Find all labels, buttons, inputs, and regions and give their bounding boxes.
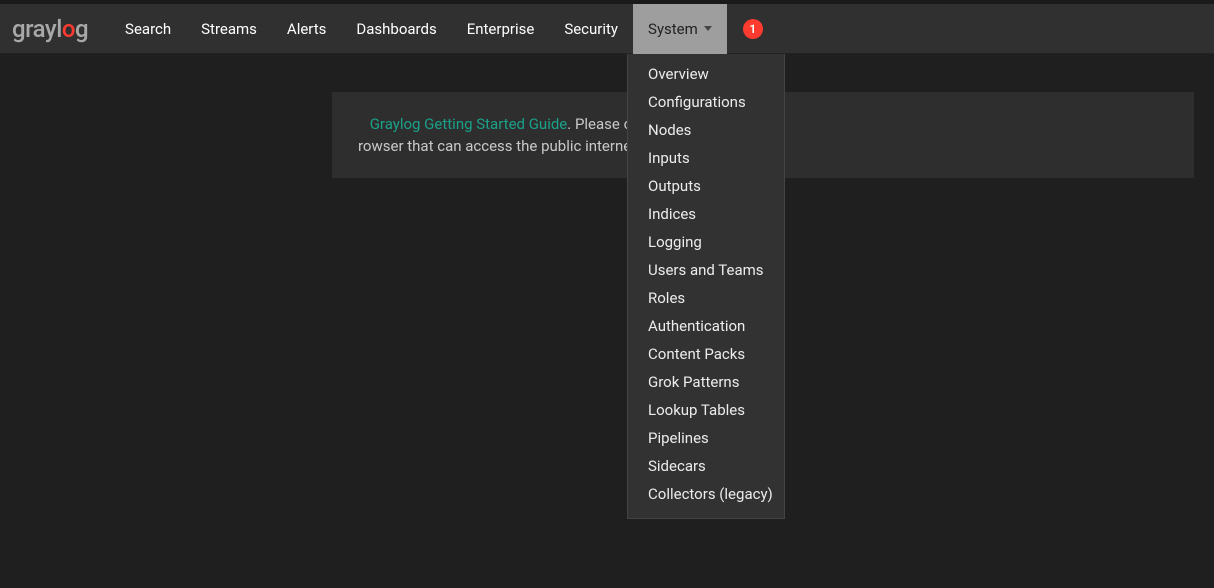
menu-sidecars[interactable]: Sidecars — [628, 452, 784, 480]
menu-grok-patterns[interactable]: Grok Patterns — [628, 368, 784, 396]
menu-content-packs[interactable]: Content Packs — [628, 340, 784, 368]
menu-pipelines[interactable]: Pipelines — [628, 424, 784, 452]
chevron-down-icon — [704, 26, 712, 31]
menu-inputs[interactable]: Inputs — [628, 144, 784, 172]
menu-indices[interactable]: Indices — [628, 200, 784, 228]
msg-suffix2: rowser that can access the public intern… — [358, 137, 640, 155]
nav-streams[interactable]: Streams — [186, 4, 272, 54]
menu-configurations[interactable]: Configurations — [628, 88, 784, 116]
menu-users-teams[interactable]: Users and Teams — [628, 256, 784, 284]
nav-security[interactable]: Security — [549, 4, 633, 54]
nav-alerts[interactable]: Alerts — [272, 4, 342, 54]
menu-lookup-tables[interactable]: Lookup Tables — [628, 396, 784, 424]
menu-roles[interactable]: Roles — [628, 284, 784, 312]
getting-started-link[interactable]: Graylog Getting Started Guide — [370, 115, 568, 133]
logo[interactable]: graylog — [12, 15, 88, 43]
menu-logging[interactable]: Logging — [628, 228, 784, 256]
nav-enterprise[interactable]: Enterprise — [452, 4, 550, 54]
logo-text-o: o — [62, 15, 75, 43]
logo-text-gray: gray — [12, 15, 56, 43]
nav-search[interactable]: Search — [110, 4, 186, 54]
menu-nodes[interactable]: Nodes — [628, 116, 784, 144]
system-dropdown: Overview Configurations Nodes Inputs Out… — [627, 54, 785, 519]
nav-dashboards[interactable]: Dashboards — [341, 4, 451, 54]
menu-outputs[interactable]: Outputs — [628, 172, 784, 200]
nav-system-label: System — [648, 20, 698, 38]
menu-authentication[interactable]: Authentication — [628, 312, 784, 340]
menu-collectors-legacy[interactable]: Collectors (legacy) — [628, 480, 784, 508]
notification-badge[interactable]: 1 — [743, 19, 763, 39]
nav-system[interactable]: System — [633, 4, 727, 54]
menu-overview[interactable]: Overview — [628, 60, 784, 88]
navbar: graylog Search Streams Alerts Dashboards… — [0, 4, 1214, 54]
logo-text-g: g — [75, 15, 88, 43]
